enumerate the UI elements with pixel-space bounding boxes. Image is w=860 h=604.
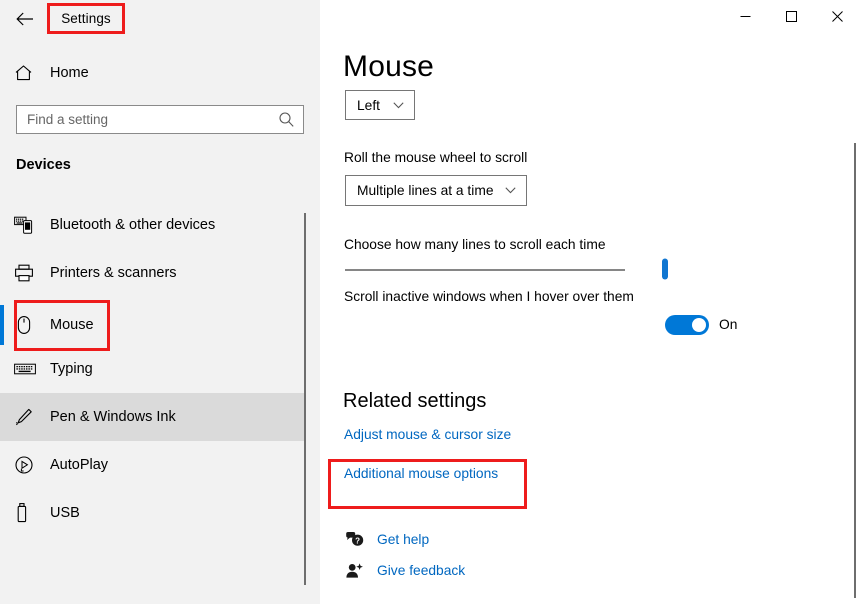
keyboard-icon [14, 362, 48, 376]
settings-window: Settings Home Devices [0, 0, 860, 604]
scroll-inactive-toggle[interactable] [665, 315, 709, 335]
sidebar-scrollbar[interactable] [304, 213, 306, 585]
page-title: Mouse [343, 50, 435, 83]
get-help-link[interactable]: ? Get help [343, 531, 429, 548]
wheel-scroll-select[interactable]: Multiple lines at a time [345, 175, 527, 206]
sidebar-item-home-label: Home [50, 65, 89, 81]
sidebar-item-label: AutoPlay [50, 457, 109, 473]
sidebar-item-label: USB [50, 505, 80, 521]
primary-button-select[interactable]: Left [345, 90, 415, 120]
svg-text:?: ? [355, 536, 360, 545]
minimize-icon[interactable] [722, 0, 768, 32]
search-input[interactable] [27, 112, 272, 127]
get-help-icon: ? [343, 531, 365, 548]
back-arrow-icon[interactable] [12, 6, 38, 32]
additional-mouse-options-link[interactable]: Additional mouse options [344, 466, 498, 481]
sidebar-item-pen-windows-ink[interactable]: Pen & Windows Ink [0, 393, 305, 441]
window-controls [722, 0, 860, 32]
printer-icon [14, 264, 48, 282]
sidebar-item-label: Typing [50, 361, 93, 377]
sidebar-header: Settings [0, 0, 320, 36]
wheel-scroll-label: Roll the mouse wheel to scroll [344, 150, 528, 165]
main-scrollbar[interactable] [854, 143, 856, 598]
scroll-inactive-toggle-state: On [719, 317, 738, 332]
sidebar-item-home[interactable]: Home [0, 57, 305, 89]
search-icon[interactable] [278, 111, 295, 133]
autoplay-icon [14, 455, 48, 475]
give-feedback-link[interactable]: Give feedback [343, 562, 465, 579]
scroll-inactive-label: Scroll inactive windows when I hover ove… [344, 289, 634, 304]
sidebar-item-usb[interactable]: USB [0, 489, 305, 537]
give-feedback-label: Give feedback [377, 563, 466, 578]
maximize-icon[interactable] [768, 0, 814, 32]
get-help-label: Get help [377, 532, 430, 547]
sidebar-item-label: Pen & Windows Ink [50, 409, 176, 425]
search-box[interactable] [16, 105, 304, 134]
wheel-scroll-value: Multiple lines at a time [357, 183, 494, 198]
sidebar-item-label: Mouse [50, 317, 94, 333]
adjust-mouse-cursor-size-link[interactable]: Adjust mouse & cursor size [344, 427, 511, 442]
sidebar-item-mouse[interactable]: Mouse [0, 301, 305, 349]
chevron-down-icon [505, 187, 516, 194]
sidebar-item-label: Printers & scanners [50, 265, 177, 281]
sidebar: Settings Home Devices [0, 0, 320, 604]
related-settings-heading: Related settings [343, 390, 487, 412]
settings-title: Settings [61, 10, 111, 26]
sidebar-item-autoplay[interactable]: AutoPlay [0, 441, 305, 489]
sidebar-item-label: Bluetooth & other devices [50, 217, 216, 233]
sidebar-item-typing[interactable]: Typing [0, 345, 305, 393]
mouse-icon [14, 315, 48, 335]
close-icon[interactable] [814, 0, 860, 32]
sidebar-item-bluetooth-other-devices[interactable]: Bluetooth & other devices [0, 201, 305, 249]
usb-icon [14, 502, 48, 524]
lines-to-scroll-label: Choose how many lines to scroll each tim… [344, 237, 606, 252]
sidebar-section-devices: Devices [16, 157, 71, 173]
bluetooth-devices-icon [14, 216, 48, 234]
sidebar-item-printers-scanners[interactable]: Printers & scanners [0, 249, 305, 297]
lines-slider-track[interactable] [345, 269, 625, 271]
pen-icon [14, 407, 48, 427]
main-content: Mouse Left Roll the mouse wheel to scrol… [320, 0, 860, 604]
home-icon [14, 64, 48, 82]
toggle-knob [692, 318, 706, 332]
give-feedback-icon [343, 562, 365, 579]
primary-button-value: Left [357, 97, 381, 113]
chevron-down-icon [393, 101, 404, 109]
